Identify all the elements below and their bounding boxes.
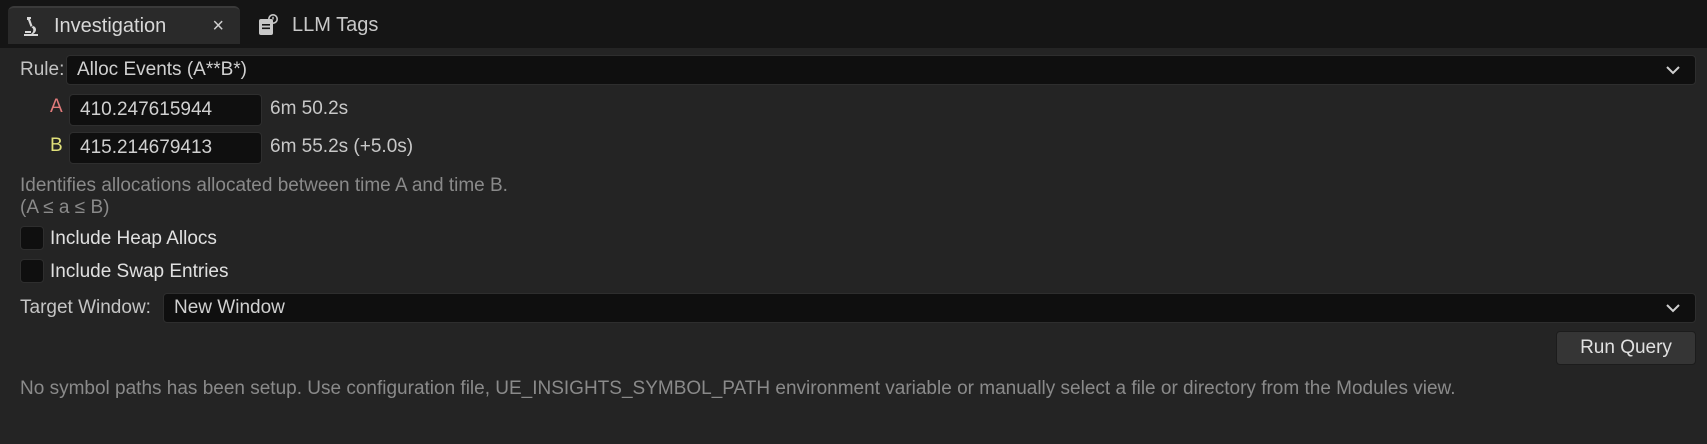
time-b-display: 6m 55.2s (+5.0s) [270, 136, 414, 157]
tab-llm-tags[interactable]: LLM Tags [256, 6, 416, 44]
include-swap-entries-checkbox[interactable] [20, 259, 44, 283]
time-a-input[interactable]: 410.247615944 [69, 94, 262, 126]
rule-description-line1: Identifies allocations allocated between… [20, 175, 508, 196]
include-heap-allocs-checkbox[interactable] [20, 226, 44, 250]
tab-bar: Investigation × LLM Tags [0, 0, 1707, 48]
microscope-icon [18, 14, 42, 38]
chevron-down-icon [1665, 62, 1681, 78]
tab-label: Investigation [54, 14, 167, 37]
include-swap-entries-label: Include Swap Entries [50, 261, 229, 282]
run-query-button[interactable]: Run Query [1556, 331, 1696, 365]
target-window-label: Target Window: [20, 297, 151, 318]
time-b-input[interactable]: 415.214679413 [69, 132, 262, 164]
tab-investigation[interactable]: Investigation × [8, 6, 240, 44]
rule-description: Identifies allocations allocated between… [20, 175, 508, 219]
tag-document-icon [256, 13, 280, 37]
chevron-down-icon [1665, 300, 1681, 316]
include-heap-allocs-label: Include Heap Allocs [50, 228, 217, 249]
time-b-letter: B [50, 135, 63, 156]
rule-label: Rule: [20, 59, 65, 80]
rule-description-line2: (A ≤ a ≤ B) [20, 197, 110, 218]
close-icon[interactable]: × [212, 15, 224, 38]
rule-dropdown[interactable]: Alloc Events (A**B*) [66, 55, 1696, 85]
time-a-display: 6m 50.2s [270, 98, 349, 119]
tab-label: LLM Tags [292, 13, 379, 36]
time-b-value: 415.214679413 [80, 137, 213, 158]
target-window-value: New Window [174, 297, 285, 318]
time-a-value: 410.247615944 [80, 99, 213, 120]
symbol-path-note: No symbol paths has been setup. Use conf… [20, 378, 1456, 399]
rule-value: Alloc Events (A**B*) [77, 59, 248, 80]
time-a-letter: A [50, 96, 63, 117]
target-window-dropdown[interactable]: New Window [163, 293, 1696, 323]
investigation-window: Investigation × LLM Tags Rule: Alloc Eve… [0, 0, 1707, 444]
